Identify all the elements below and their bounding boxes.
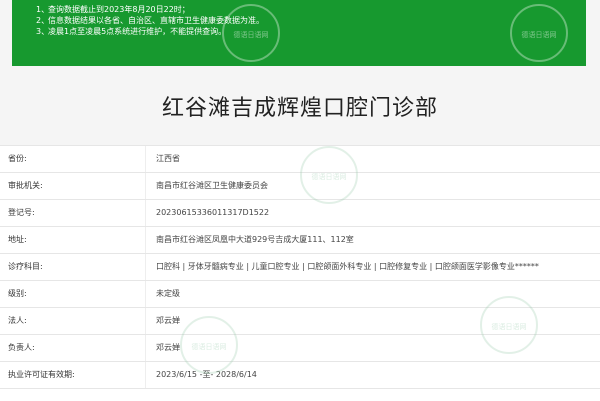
watermark-logo: 德语日语网 <box>510 4 568 62</box>
field-label: 法人: <box>8 316 27 325</box>
field-value: 南昌市红谷滩区凤凰中大道929号吉成大厦111、112室 <box>156 235 354 244</box>
notice-banner: 1、查询数据截止到2023年8月20日22时； 2、信息数据结果以各省、自治区、… <box>12 0 586 66</box>
notice-line: 3、凌晨1点至凌晨5点系统进行维护，不能提供查询。 <box>36 26 586 37</box>
field-value: 南昌市红谷滩区卫生健康委员会 <box>156 181 268 190</box>
info-row-address: 地址: 南昌市红谷滩区凤凰中大道929号吉成大厦111、112室 <box>0 227 600 254</box>
watermark-text: 德语日语网 <box>521 31 557 39</box>
field-label: 地址: <box>8 235 27 244</box>
column-divider <box>145 335 146 361</box>
watermark-text: 德语日语网 <box>491 323 527 331</box>
watermark-logo: 德语日语网 <box>300 146 358 204</box>
watermark-text: 德语日语网 <box>191 343 227 351</box>
watermark-text: 德语日语网 <box>233 31 269 39</box>
notice-text: 凌晨1点至凌晨5点系统进行维护，不能提供查询。 <box>48 27 227 36</box>
field-value: 江西省 <box>156 154 180 163</box>
info-row-departments: 诊疗科目: 口腔科 | 牙体牙髓病专业 | 儿童口腔专业 | 口腔颌面外科专业 … <box>0 254 600 281</box>
column-divider <box>145 227 146 253</box>
page: 1、查询数据截止到2023年8月20日22时； 2、信息数据结果以各省、自治区、… <box>0 0 600 401</box>
watermark-logo: 德语日语网 <box>480 296 538 354</box>
field-label: 负责人: <box>8 343 35 352</box>
field-label: 省份: <box>8 154 27 163</box>
notice-line: 2、信息数据结果以各省、自治区、直辖市卫生健康委数据为准。 <box>36 15 586 26</box>
notice-text: 查询数据截止到2023年8月20日22时； <box>48 5 190 14</box>
field-value: 邓云婵 <box>156 343 180 352</box>
page-title: 红谷滩吉成辉煌口腔门诊部 <box>161 96 438 121</box>
column-divider <box>145 281 146 307</box>
field-value: 口腔科 | 牙体牙髓病专业 | 儿童口腔专业 | 口腔颌面外科专业 | 口腔修复… <box>156 262 539 271</box>
watermark-logo: 德语日语网 <box>222 4 280 62</box>
field-label: 级别: <box>8 289 27 298</box>
info-table: 省份: 江西省 审批机关: 南昌市红谷滩区卫生健康委员会 登记号: 202306… <box>0 145 600 401</box>
notice-number: 1、 <box>36 5 50 14</box>
column-divider <box>145 173 146 199</box>
watermark-logo: 德语日语网 <box>180 316 238 374</box>
field-value: 邓云婵 <box>156 316 180 325</box>
field-value: 20230615336011317D1522 <box>156 208 270 217</box>
column-divider <box>145 254 146 280</box>
field-value: 未定级 <box>156 289 180 298</box>
notice-number: 3、 <box>36 27 50 36</box>
column-divider <box>145 200 146 226</box>
field-label: 执业许可证有效期: <box>8 370 75 379</box>
column-divider <box>145 362 146 388</box>
column-divider <box>145 146 146 172</box>
info-row-license-validity: 执业许可证有效期: 2023/6/15 -至- 2028/6/14 <box>0 362 600 389</box>
watermark-text: 德语日语网 <box>311 173 347 181</box>
info-row-registration: 登记号: 20230615336011317D1522 <box>0 200 600 227</box>
field-label: 登记号: <box>8 208 35 217</box>
notice-number: 2、 <box>36 16 50 25</box>
field-label: 诊疗科目: <box>8 262 43 271</box>
field-label: 审批机关: <box>8 181 43 190</box>
column-divider <box>145 308 146 334</box>
notice-line: 1、查询数据截止到2023年8月20日22时； <box>36 4 586 15</box>
